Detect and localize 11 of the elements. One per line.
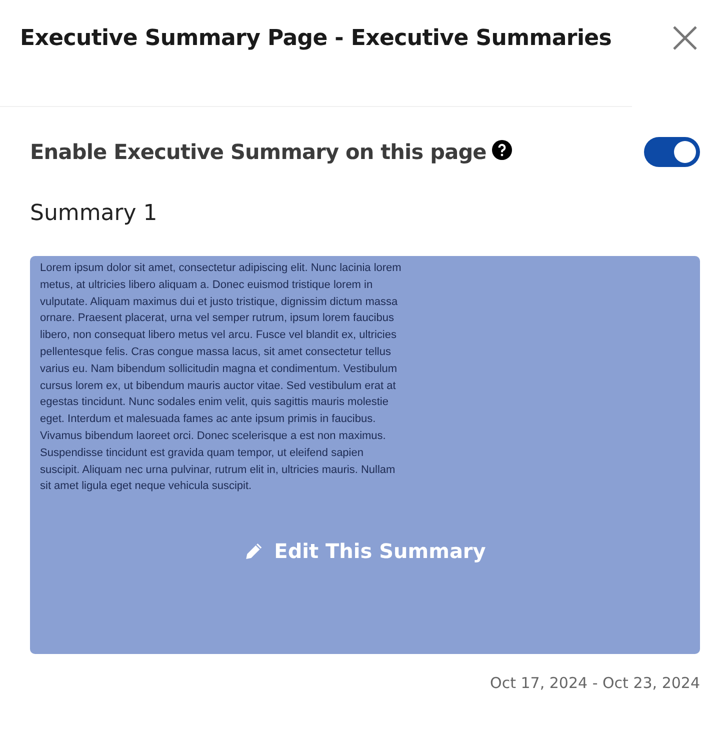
edit-summary-button[interactable]: Edit This Summary	[244, 538, 486, 563]
help-icon[interactable]	[492, 140, 512, 160]
pencil-icon	[244, 540, 264, 561]
toggle-switch[interactable]	[644, 137, 700, 167]
summary-heading: Summary 1	[30, 201, 158, 226]
setting-label: Enable Executive Summary on this page	[30, 140, 486, 164]
date-range: Oct 17, 2024 - Oct 23, 2024	[489, 674, 700, 692]
summary-card[interactable]	[30, 256, 700, 654]
summary-text: Lorem ipsum dolor sit amet, consectetur adipiscing elit. Nunc lacinia lorem metus, at ultricies libero aliquam a. Donec euismod tristique lorem in vulputate. Aliquam maximus dui et justo tristique, dignissim dictum massa ornare. Praesent placerat, urna vel semper rutrum, ipsum lorem faucibus libero, non consequat libero metus vel arcu. Fusce vel blandit ex, ultricies pellentesque felis. Cras congue massa lacus, sit amet consectetur tellus varius eu. Nam bibendum sollicitudin magna et condimentum. Vestibulum cursus lorem ex, ut bibendum mauris auctor vitae. Sed vestibulum erat at egestas tincidunt. Nunc sodales enim velit, quis sagittis mauris molestie eget. Interdum et malesuada fames ac ante ipsum primis in faucibus. Vivamus bibendum laoreet orci. Donec scelerisque a est non maximus. Suspendisse tincidunt est gravida quam tempor, ut eleifend sapien suscipit. Aliquam nec urna pulvinar, rutrum elit in, ultricies mauris. Nullam sit amet ligula eget neque vehicula suscipit.	[40, 261, 402, 494]
close-button[interactable]	[672, 25, 698, 51]
dialog-title: Executive Summary Page - Executive Summaries	[20, 26, 612, 50]
